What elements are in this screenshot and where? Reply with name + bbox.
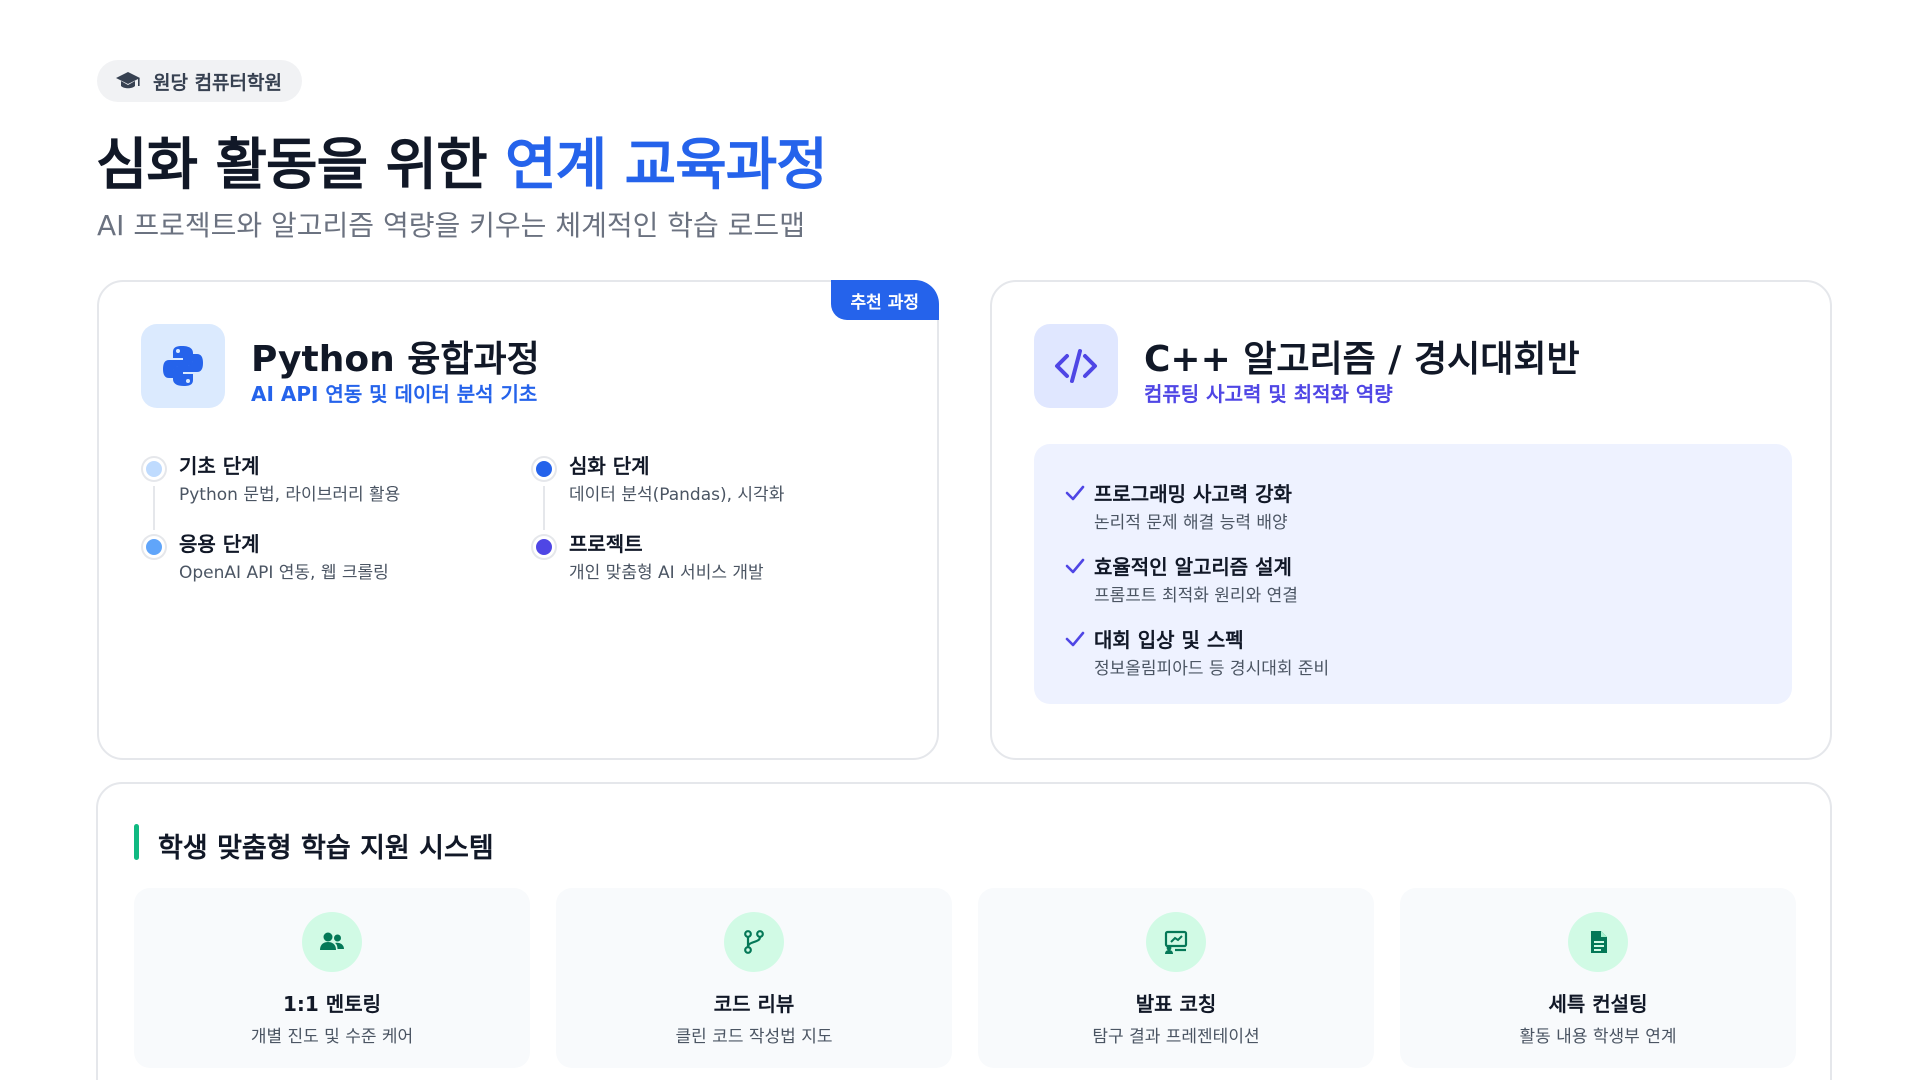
support-tile-code-review[interactable]: 코드 리뷰 클린 코드 작성법 지도 — [556, 888, 952, 1068]
benefit-title: 대회 입상 및 스펙 — [1094, 628, 1244, 652]
title-accent: 연계 교육과정 — [505, 133, 828, 198]
support-section-title: 학생 맞춤형 학습 지원 시스템 — [158, 833, 494, 864]
check-icon — [1065, 631, 1085, 647]
cpp-course-subtitle: 컴퓨팅 사고력 및 최적화 역량 — [1144, 382, 1393, 406]
title-main: 심화 활동을 위한 — [96, 133, 506, 198]
academy-name: 원당 컴퓨터학원 — [153, 71, 282, 94]
tile-title: 발표 코칭 — [1135, 992, 1217, 1016]
tile-desc: 클린 코드 작성법 지도 — [675, 1027, 833, 1047]
step-desc: Python 문법, 라이브러리 활용 — [179, 485, 401, 505]
page: 원당 컴퓨터학원 심화 활동을 위한 연계 교육과정 AI 프로젝트와 알고리즘… — [0, 0, 1920, 1080]
step-title: 심화 단계 — [569, 454, 650, 478]
benefit-title: 프로그래밍 사고력 강화 — [1094, 482, 1292, 506]
page-title: 심화 활동을 위한 연계 교육과정 — [96, 120, 828, 201]
python-course-subtitle: AI API 연동 및 데이터 분석 기초 — [251, 382, 538, 406]
cpp-benefits-panel: 프로그래밍 사고력 강화 논리적 문제 해결 능력 배양 효율적인 알고리즘 설… — [1034, 444, 1792, 704]
step-desc: OpenAI API 연동, 웹 크롤링 — [179, 563, 389, 583]
tile-desc: 활동 내용 학생부 연계 — [1519, 1027, 1677, 1047]
page-subtitle: AI 프로젝트와 알고리즘 역량을 키우는 체계적인 학습 로드맵 — [97, 209, 805, 242]
python-course-card[interactable]: 추천 과정 Python 융합과정 AI API 연동 및 데이터 분석 기초 … — [97, 280, 939, 760]
step-desc: 개인 맞춤형 AI 서비스 개발 — [569, 563, 764, 583]
python-icon — [163, 346, 203, 386]
benefit-item: 효율적인 알고리즘 설계 프롬프트 최적화 원리와 연결 — [1064, 551, 1764, 615]
presentation-icon — [1146, 912, 1206, 972]
cpp-course-title: C++ 알고리즘 / 경시대회반 — [1144, 339, 1580, 380]
python-icon-box — [141, 324, 225, 408]
code-icon-box — [1034, 324, 1118, 408]
benefit-desc: 논리적 문제 해결 능력 배양 — [1094, 513, 1288, 533]
check-icon — [1065, 558, 1085, 574]
code-icon — [1055, 349, 1097, 383]
python-roadmap: 기초 단계 Python 문법, 라이브러리 활용 응용 단계 OpenAI A… — [141, 450, 901, 600]
step-dot — [143, 458, 165, 480]
benefit-title: 효율적인 알고리즘 설계 — [1094, 555, 1292, 579]
tile-title: 코드 리뷰 — [713, 992, 795, 1016]
support-tile-record-consulting[interactable]: 세특 컨설팅 활동 내용 학생부 연계 — [1400, 888, 1796, 1068]
benefit-item: 프로그래밍 사고력 강화 논리적 문제 해결 능력 배양 — [1064, 478, 1764, 542]
document-icon — [1568, 912, 1628, 972]
step-desc: 데이터 분석(Pandas), 시각화 — [569, 485, 785, 505]
benefit-item: 대회 입상 및 스펙 정보올림피아드 등 경시대회 준비 — [1064, 624, 1764, 688]
benefit-desc: 프롬프트 최적화 원리와 연결 — [1094, 586, 1298, 606]
check-icon — [1065, 485, 1085, 501]
users-icon — [302, 912, 362, 972]
tile-desc: 개별 진도 및 수준 케어 — [250, 1027, 414, 1047]
step-connector — [543, 486, 545, 530]
step-connector — [153, 486, 155, 530]
tile-title: 세특 컨설팅 — [1548, 992, 1648, 1016]
support-system-section: 학생 맞춤형 학습 지원 시스템 1:1 멘토링 개별 진도 및 수준 케어 코… — [96, 782, 1832, 1080]
tile-desc: 탐구 결과 프레젠테이션 — [1092, 1027, 1260, 1047]
support-tile-mentoring[interactable]: 1:1 멘토링 개별 진도 및 수준 케어 — [134, 888, 530, 1068]
step-dot — [533, 458, 555, 480]
section-accent-bar — [134, 824, 139, 860]
step-dot — [143, 536, 165, 558]
step-title: 응용 단계 — [179, 532, 260, 556]
recommended-tag: 추천 과정 — [830, 280, 939, 320]
graduation-cap-icon — [116, 72, 140, 89]
cpp-course-card[interactable]: C++ 알고리즘 / 경시대회반 컴퓨팅 사고력 및 최적화 역량 프로그래밍 … — [990, 280, 1832, 760]
step-title: 기초 단계 — [179, 454, 260, 478]
academy-badge: 원당 컴퓨터학원 — [97, 60, 302, 102]
support-tile-presentation[interactable]: 발표 코칭 탐구 결과 프레젠테이션 — [978, 888, 1374, 1068]
tile-title: 1:1 멘토링 — [283, 992, 381, 1016]
step-dot — [533, 536, 555, 558]
code-branch-icon — [724, 912, 784, 972]
step-title: 프로젝트 — [569, 532, 643, 556]
python-course-title: Python 융합과정 — [251, 339, 540, 380]
benefit-desc: 정보올림피아드 등 경시대회 준비 — [1094, 659, 1330, 679]
